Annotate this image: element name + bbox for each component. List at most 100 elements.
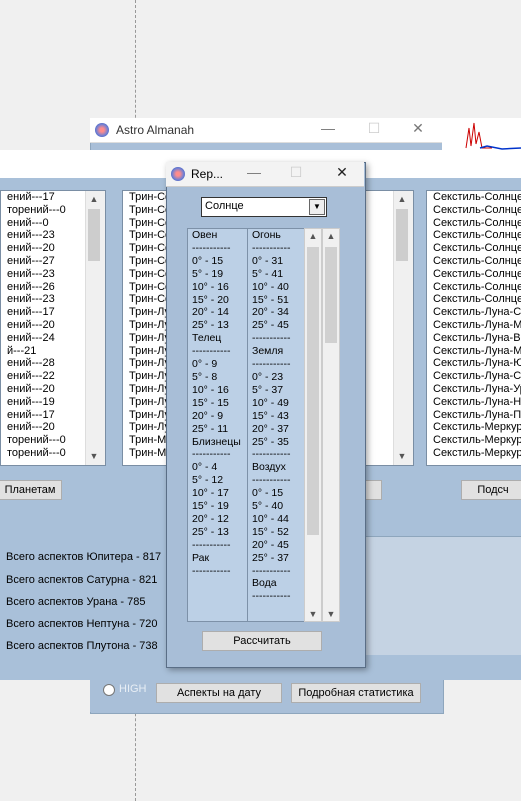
list-item[interactable]: Секстиль-Луна-Пл: [430, 409, 521, 422]
sign-row: 0° - 9: [192, 358, 218, 371]
list-item[interactable]: Секстиль-Солнце-: [430, 242, 521, 255]
element-row: 0° - 31: [252, 254, 284, 267]
sign-row: 20° - 9: [192, 409, 224, 422]
list-item[interactable]: Секстиль-Солнце-: [430, 268, 521, 281]
list-item[interactable]: Секстиль-Солнце-: [430, 204, 521, 217]
aspects-on-date-button[interactable]: Аспекты на дату: [156, 683, 282, 703]
scroll-down-icon[interactable]: ▼: [86, 450, 102, 463]
sign-row: 15° - 20: [192, 293, 229, 306]
list-item[interactable]: Секстиль-Солнце-: [430, 293, 521, 306]
list-item[interactable]: Секстиль-Луна-Ме: [430, 319, 521, 332]
planets-button[interactable]: Планетам: [0, 480, 62, 500]
element-row: 25° - 35: [252, 435, 289, 448]
scroll-thumb[interactable]: [396, 209, 408, 261]
list-item[interactable]: Секстиль-Луна-Юп: [430, 357, 521, 370]
close-icon[interactable]: ✕: [332, 164, 352, 182]
element-row: Воздух: [252, 461, 286, 474]
stat-jupiter: Всего аспектов Юпитера - 817: [6, 551, 162, 563]
list-item[interactable]: Секстиль-Луна-Ур: [430, 383, 521, 396]
scroll-down-icon[interactable]: ▼: [305, 609, 321, 619]
scroll-up-icon[interactable]: ▲: [86, 193, 102, 206]
count-button[interactable]: Подсч: [461, 480, 521, 500]
scroll-down-icon[interactable]: ▼: [394, 450, 410, 463]
sign-row: -----------: [192, 564, 231, 577]
element-row: 5° - 37: [252, 383, 284, 396]
scroll-thumb[interactable]: [307, 247, 319, 535]
scroll-up-icon[interactable]: ▲: [323, 231, 339, 241]
scroll-up-icon[interactable]: ▲: [394, 193, 410, 206]
element-row: 5° - 40: [252, 500, 284, 513]
planet-select-value: Солнце: [205, 200, 244, 212]
list-item[interactable]: Секстиль-Солнце-: [430, 281, 521, 294]
detailed-stats-button[interactable]: Подробная статистика: [291, 683, 421, 703]
sign-row: 10° - 16: [192, 383, 229, 396]
sign-row: 5° - 8: [192, 370, 218, 383]
maximize-icon[interactable]: ☐: [364, 120, 384, 138]
sign-row: -----------: [192, 538, 231, 551]
sign-row: 10° - 17: [192, 487, 229, 500]
scroll-thumb[interactable]: [88, 209, 100, 261]
stat-saturn: Всего аспектов Сатурна - 821: [6, 574, 158, 586]
element-row: 25° - 37: [252, 551, 289, 564]
list-item[interactable]: Секстиль-Солнце-: [430, 255, 521, 268]
scrollbar-secondary[interactable]: ▲ ▼: [322, 228, 340, 622]
list-item[interactable]: Секстиль-Луна-Ма: [430, 345, 521, 358]
element-row: -----------: [252, 474, 291, 487]
element-row: 25° - 45: [252, 319, 289, 332]
element-row: 0° - 15: [252, 487, 284, 500]
sign-row: 10° - 16: [192, 280, 229, 293]
element-row: -----------: [252, 564, 291, 577]
app-logo-icon: [171, 167, 185, 181]
sign-row: 15° - 19: [192, 500, 229, 513]
scrollbar[interactable]: ▲ ▼: [304, 228, 322, 622]
maximize-icon[interactable]: ☐: [286, 164, 306, 182]
sign-row: 20° - 14: [192, 306, 229, 319]
list-item[interactable]: Секстиль-Солнце-: [430, 191, 521, 204]
scroll-down-icon[interactable]: ▼: [323, 609, 339, 619]
close-icon[interactable]: ✕: [408, 120, 428, 138]
list-item[interactable]: Секстиль-Луна-Со: [430, 306, 521, 319]
stat-pluto: Всего аспектов Плутона - 738: [6, 640, 158, 652]
list-item[interactable]: Секстиль-Меркур: [430, 434, 521, 447]
element-row: Вода: [252, 577, 277, 590]
minimize-icon[interactable]: —: [318, 120, 338, 138]
element-row: -----------: [252, 448, 291, 461]
element-row: 10° - 49: [252, 396, 289, 409]
high-radio[interactable]: [103, 684, 115, 696]
chevron-down-icon[interactable]: ▼: [309, 199, 325, 215]
left-aspects-list[interactable]: ений---17 торений---0 ений---0 ений---23 ени…: [0, 190, 106, 466]
element-row: 5° - 41: [252, 267, 284, 280]
list-item[interactable]: Секстиль-Луна-Са: [430, 370, 521, 383]
list-item[interactable]: Секстиль-Меркур: [430, 421, 521, 434]
element-row: -----------: [252, 358, 291, 371]
element-row: 20° - 37: [252, 422, 289, 435]
planet-select[interactable]: Солнце ▼: [201, 197, 327, 217]
list-item[interactable]: Секстиль-Луна-Ве: [430, 332, 521, 345]
scroll-up-icon[interactable]: ▲: [305, 231, 321, 241]
list-item[interactable]: Секстиль-Меркур: [430, 447, 521, 460]
element-row: -----------: [252, 241, 291, 254]
sign-row: Близнецы: [192, 435, 241, 448]
element-row: 15° - 52: [252, 525, 289, 538]
element-row: 10° - 44: [252, 512, 289, 525]
elements-column: Огонь ----------- 0° - 31 5° - 41 10° - 40 15…: [247, 228, 305, 622]
minimize-icon[interactable]: —: [244, 164, 264, 182]
scroll-thumb[interactable]: [325, 247, 337, 343]
list-item[interactable]: Секстиль-Солнце-: [430, 229, 521, 242]
sign-row: -----------: [192, 345, 231, 358]
sign-row: 25° - 13: [192, 319, 229, 332]
scrollbar[interactable]: ▲ ▼: [393, 191, 413, 465]
calculate-button[interactable]: Рассчитать: [202, 631, 322, 651]
list-item[interactable]: Секстиль-Луна-Не: [430, 396, 521, 409]
window-title: Astro Almanah: [116, 123, 195, 137]
sign-row: 15° - 15: [192, 396, 229, 409]
scrollbar[interactable]: ▲ ▼: [85, 191, 105, 465]
sextile-aspects-list[interactable]: Секстиль-Солнце- Секстиль-Солнце- Секстиль…: [426, 190, 521, 466]
signs-column: Овен ----------- 0° - 15 5° - 19 10° - 16 15°…: [187, 228, 249, 622]
element-row: 20° - 45: [252, 538, 289, 551]
sign-row: 0° - 4: [192, 461, 218, 474]
report-title: Rep...: [191, 167, 224, 181]
element-row: 0° - 23: [252, 370, 284, 383]
list-item[interactable]: Секстиль-Солнце-: [430, 217, 521, 230]
astro-almanah-titlebar: Astro Almanah — ☐ ✕: [90, 118, 442, 143]
